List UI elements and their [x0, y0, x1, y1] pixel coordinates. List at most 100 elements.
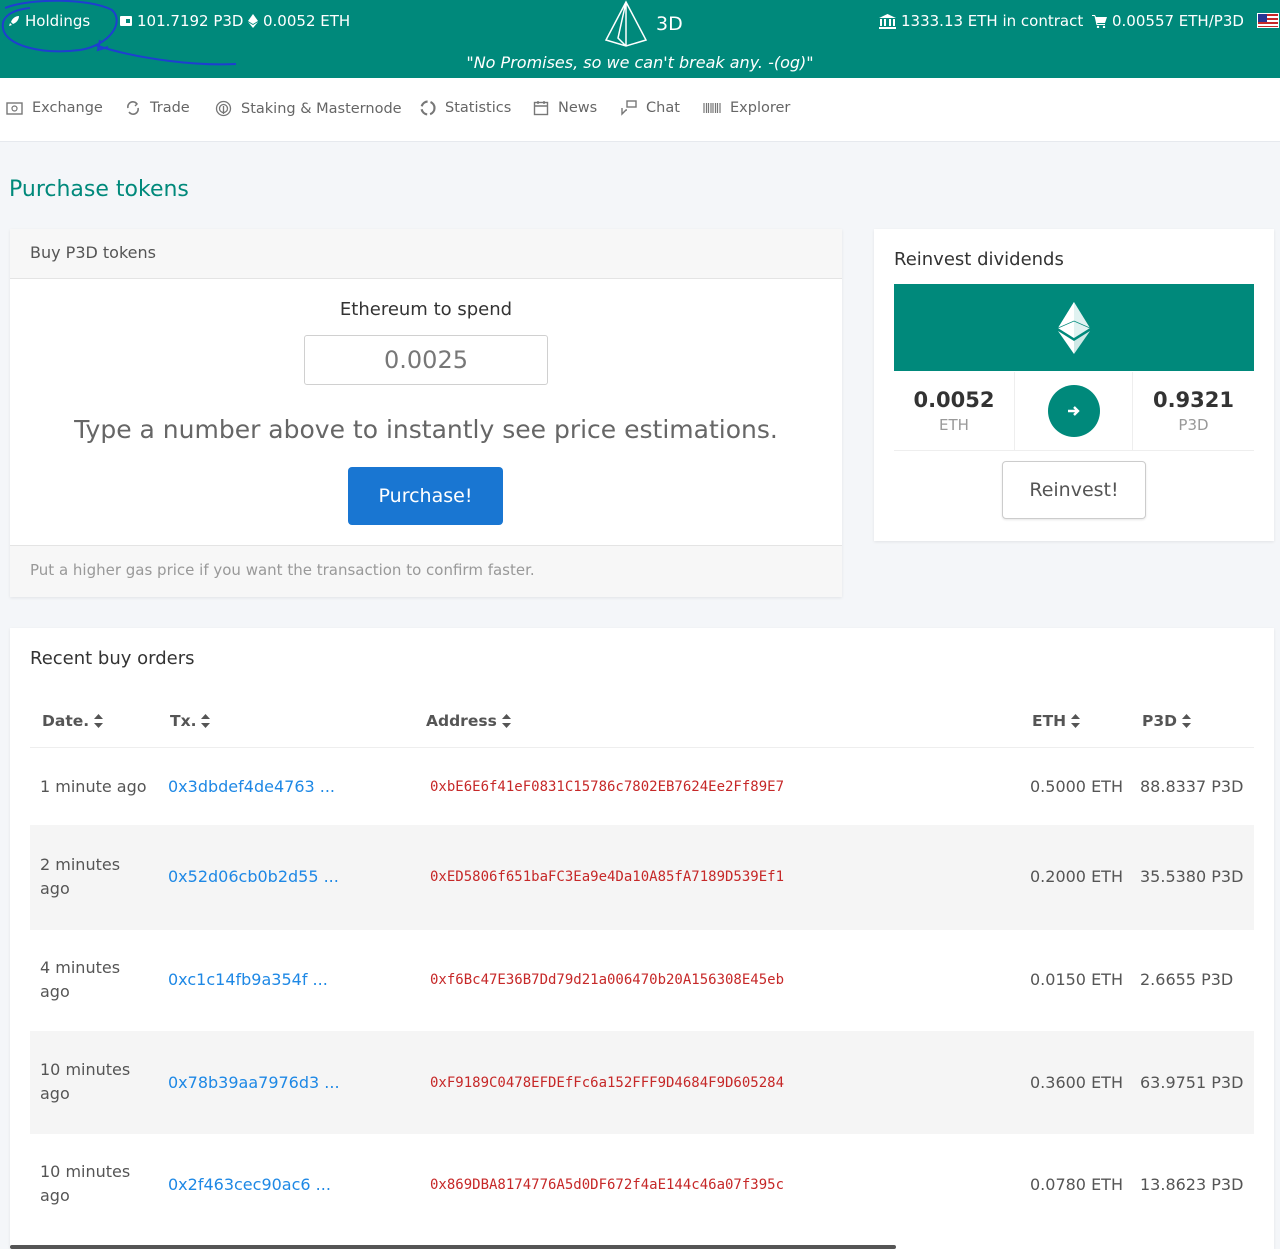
- top-bar: Holdings 101.7192 P3D 0.0052 ETH 3D 1333…: [0, 0, 1280, 78]
- order-eth: 0.0150 ETH: [1030, 970, 1123, 989]
- conversion-arrow: [1015, 372, 1133, 450]
- eth-balance: 0.0052 ETH: [248, 12, 350, 30]
- order-tx-link[interactable]: 0x78b39aa7976d3 ...: [168, 1071, 340, 1095]
- dividend-p3d: 0.9321 P3D: [1133, 372, 1254, 450]
- column-header-tx[interactable]: Tx.: [170, 712, 211, 730]
- calendar-icon: [533, 101, 549, 116]
- dividend-eth: 0.0052 ETH: [894, 372, 1015, 450]
- dividend-eth-unit: ETH: [939, 416, 969, 434]
- holdings-label: Holdings: [25, 12, 91, 30]
- table-row: 10 minutes ago 0x78b39aa7976d3 ... 0xF91…: [30, 1031, 1254, 1134]
- page-title: Purchase tokens: [9, 177, 189, 202]
- us-flag-icon[interactable]: [1257, 13, 1279, 28]
- p3d-balance-value: 101.7192 P3D: [137, 12, 244, 30]
- bank-icon: [879, 13, 896, 29]
- order-tx-link[interactable]: 0x3dbdef4de4763 ...: [168, 775, 335, 799]
- column-p3d-label: P3D: [1142, 712, 1178, 730]
- sort-icon: [201, 714, 211, 728]
- price-estimation-hint: Type a number above to instantly see pri…: [74, 415, 778, 444]
- order-tx-link[interactable]: 0x2f463cec90ac6 ...: [168, 1173, 331, 1197]
- motto: "No Promises, so we can't break any. -(o…: [466, 53, 814, 72]
- column-address-label: Address: [426, 712, 497, 730]
- chat-icon: [621, 100, 637, 116]
- nav-chat[interactable]: Chat: [620, 100, 680, 116]
- order-eth: 0.0780 ETH: [1030, 1175, 1123, 1194]
- ethereum-icon: [248, 14, 258, 28]
- order-date: 10 minutes ago: [40, 1162, 131, 1205]
- sync-icon: [127, 101, 139, 115]
- main-nav: Exchange Trade Staking & Masternode Stat…: [0, 78, 1280, 142]
- nav-statistics-label: Statistics: [445, 100, 512, 116]
- order-eth: 0.2000 ETH: [1030, 867, 1123, 886]
- order-date: 2 minutes ago: [40, 855, 121, 898]
- nav-trade[interactable]: Trade: [125, 100, 190, 116]
- contract-balance: 1333.13 ETH in contract: [879, 12, 1083, 30]
- reinvest-title: Reinvest dividends: [894, 249, 1064, 270]
- brand-name: 3D: [656, 13, 683, 35]
- recent-orders-card: Recent buy orders Date. Tx. Address ETH …: [10, 628, 1274, 1249]
- order-p3d: 2.6655 P3D: [1140, 970, 1234, 989]
- token-price-value: 0.00557 ETH/P3D: [1112, 12, 1244, 30]
- order-eth: 0.3600 ETH: [1030, 1073, 1123, 1092]
- nav-staking[interactable]: Staking & Masternode: [215, 100, 402, 117]
- horizontal-scrollbar[interactable]: [10, 1245, 896, 1249]
- order-p3d: 35.5380 P3D: [1140, 867, 1244, 886]
- order-p3d: 13.8623 P3D: [1140, 1175, 1244, 1194]
- buy-tokens-card: Buy P3D tokens Ethereum to spend Type a …: [10, 229, 842, 597]
- reinvest-conversion: 0.0052 ETH 0.9321 P3D: [894, 372, 1254, 451]
- order-date: 1 minute ago: [40, 777, 147, 796]
- arrow-right-icon: [1047, 385, 1100, 437]
- fingerprint-icon: [215, 100, 232, 117]
- reinvest-banner: [894, 284, 1254, 371]
- sort-icon: [94, 714, 104, 728]
- chart-pie-icon: [420, 100, 436, 116]
- eth-amount-input[interactable]: [304, 335, 548, 385]
- rocket-icon: [9, 16, 19, 26]
- dividend-eth-value: 0.0052: [913, 388, 995, 412]
- column-header-p3d[interactable]: P3D: [1142, 712, 1192, 730]
- order-date: 10 minutes ago: [40, 1060, 131, 1103]
- order-address: 0xbE6E6f41eF0831C15786c7802EB7624Ee2Ff89…: [430, 779, 785, 795]
- eth-to-spend-label: Ethereum to spend: [339, 299, 513, 320]
- column-eth-label: ETH: [1032, 712, 1067, 730]
- wallet-icon: [120, 16, 132, 26]
- column-header-address[interactable]: Address: [426, 712, 511, 730]
- order-address: 0xf6Bc47E36B7Dd79d21a006470b20A156308E45…: [430, 972, 785, 988]
- pyramid-logo-icon: [604, 0, 648, 47]
- nav-news[interactable]: News: [533, 100, 597, 116]
- order-tx-link[interactable]: 0xc1c14fb9a354f ...: [168, 968, 328, 992]
- purchase-button[interactable]: Purchase!: [348, 467, 503, 525]
- order-tx-link[interactable]: 0x52d06cb0b2d55 ...: [168, 865, 339, 889]
- nav-statistics[interactable]: Statistics: [420, 100, 511, 116]
- nav-trade-label: Trade: [150, 100, 190, 116]
- column-tx-label: Tx.: [170, 712, 197, 730]
- nav-explorer[interactable]: Explorer: [703, 100, 790, 116]
- order-address: 0xED5806f651baFC3Ea9e4Da10A85fA7189D539E…: [430, 869, 785, 885]
- nav-news-label: News: [558, 100, 598, 116]
- sort-icon: [1071, 714, 1081, 728]
- reinvest-button[interactable]: Reinvest!: [1002, 461, 1146, 519]
- order-p3d: 63.9751 P3D: [1140, 1073, 1244, 1092]
- table-row: 10 minutes ago 0x2f463cec90ac6 ... 0x869…: [30, 1134, 1254, 1234]
- buy-card-header: Buy P3D tokens: [10, 229, 842, 279]
- holdings-link[interactable]: Holdings: [8, 12, 90, 30]
- cart-icon: [1092, 14, 1107, 28]
- orders-title: Recent buy orders: [30, 648, 195, 669]
- column-header-eth[interactable]: ETH: [1032, 712, 1081, 730]
- gas-price-note: Put a higher gas price if you want the t…: [10, 545, 842, 597]
- order-address: 0x869DBA8174776A5d0DF672f4aE144c46a07f39…: [430, 1177, 785, 1193]
- nav-chat-label: Chat: [646, 100, 680, 116]
- table-row: 1 minute ago 0x3dbdef4de4763 ... 0xbE6E6…: [30, 748, 1254, 825]
- money-icon: [6, 101, 23, 115]
- barcode-icon: [703, 103, 721, 113]
- order-eth: 0.5000 ETH: [1030, 777, 1123, 796]
- nav-exchange[interactable]: Exchange: [6, 100, 103, 116]
- column-header-date[interactable]: Date.: [42, 712, 104, 730]
- nav-explorer-label: Explorer: [730, 100, 791, 116]
- token-price: 0.00557 ETH/P3D: [1092, 12, 1244, 30]
- logo[interactable]: 3D: [604, 0, 683, 48]
- eth-balance-value: 0.0052 ETH: [263, 12, 351, 30]
- order-p3d: 88.8337 P3D: [1140, 777, 1244, 796]
- dividend-p3d-value: 0.9321: [1152, 388, 1235, 412]
- sort-icon: [1182, 714, 1192, 728]
